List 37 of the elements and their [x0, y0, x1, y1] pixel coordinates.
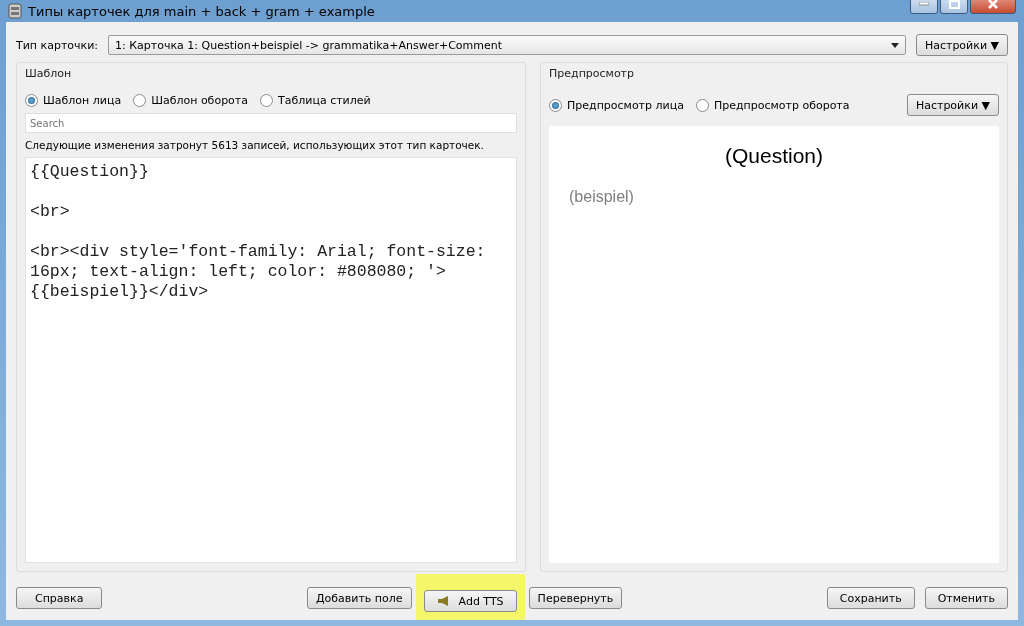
group-title: Предпросмотр [549, 67, 635, 80]
add-field-button[interactable]: Добавить поле [307, 587, 412, 609]
cancel-button[interactable]: Отменить [924, 587, 1008, 609]
question-placeholder: (Question) [724, 144, 823, 168]
radio-button[interactable]: Шаблон лица [25, 94, 122, 107]
close-button[interactable] [970, 0, 1016, 14]
close-icon [988, 0, 998, 9]
minimize-button[interactable] [910, 0, 938, 14]
code-editor[interactable]: {{Question}} <br> <br><div style='font-family: Arial; font-size: 16px; text-align: left; color: #808080; '>{{beispiel}}</div> [25, 157, 517, 563]
radio-button[interactable]: Шаблон оборота [133, 94, 248, 107]
options-button[interactable]: Настройки ▼ [906, 94, 999, 116]
help-button[interactable]: Справка [16, 587, 103, 609]
radio-dot[interactable] [260, 94, 273, 107]
options-button[interactable]: Настройки ▼ [915, 34, 1008, 56]
radio-dot[interactable] [25, 94, 38, 107]
add-tts-button[interactable]: Add TTS [423, 590, 517, 612]
card-type-dropdown[interactable]: 1: Карточка 1: Question+beispiel -> grammatika+Answer+Comment [108, 35, 906, 55]
radio-button[interactable]: Таблица стилей [260, 94, 371, 107]
radio-dot[interactable] [133, 94, 147, 107]
save-button[interactable]: Сохранить [826, 587, 915, 609]
preview-pane[interactable]: (Question) (beispiel) [549, 126, 999, 563]
radio-button[interactable]: Предпросмотр лица [549, 98, 684, 112]
search-field[interactable]: Search [25, 113, 517, 133]
radio-dot[interactable] [549, 98, 562, 112]
group-title: Шаблон [25, 67, 73, 80]
flip-button[interactable]: Перевернуть [528, 587, 623, 609]
minimize-icon [919, 2, 929, 6]
maximize-button[interactable] [940, 0, 968, 14]
card-type-label: Тип карточки: [16, 38, 99, 52]
dropdown-arrow-icon [890, 42, 899, 48]
app-icon [8, 3, 22, 19]
radio-button[interactable]: Предпросмотр оборота [695, 98, 850, 112]
example-placeholder: (beispiel) [569, 188, 634, 206]
window-title: Типы карточек для main + back + gram + example [28, 3, 376, 19]
maximize-icon [948, 0, 960, 9]
radio-dot[interactable] [695, 98, 709, 112]
notice-text: Следующие изменения затронут 5613 записей, использующих этот тип карточек. [25, 139, 485, 151]
